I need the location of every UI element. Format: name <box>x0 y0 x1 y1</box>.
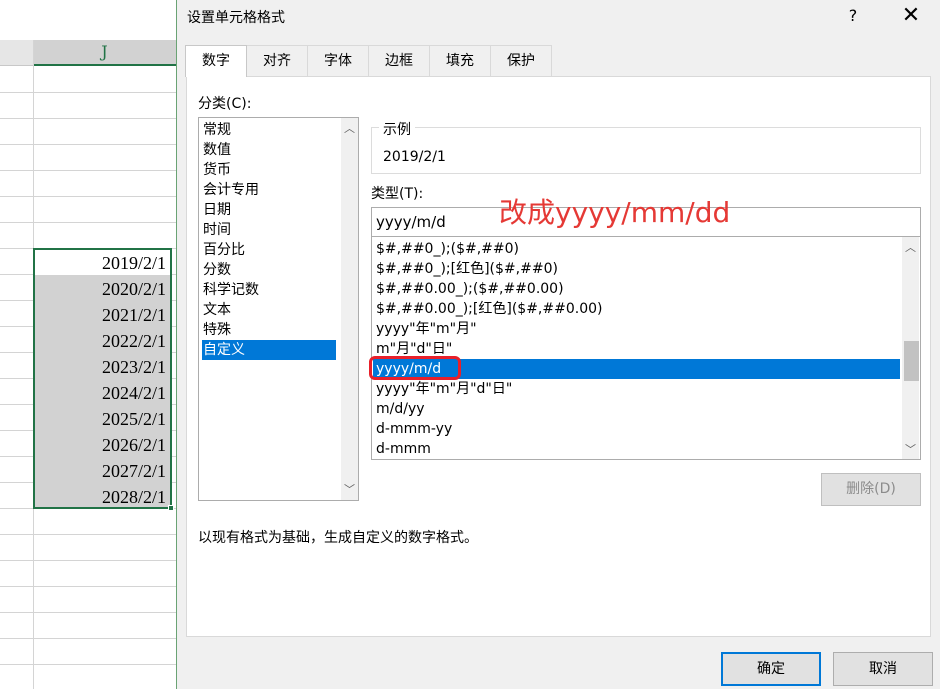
sheet-cell[interactable]: 2020/2/1 <box>33 275 170 301</box>
category-item[interactable]: 货币 <box>202 160 336 180</box>
tab-protection[interactable]: 保护 <box>490 45 552 76</box>
format-item[interactable]: d-mmm <box>373 439 900 459</box>
format-item[interactable]: yyyy"年"m"月" <box>373 319 900 339</box>
category-list[interactable]: 常规 数值 货币 会计专用 日期 时间 百分比 分数 科学记数 文本 特殊 自定义 ︿ ﹀ <box>198 117 359 501</box>
scroll-down-icon[interactable]: ﹀ <box>341 481 358 498</box>
category-item[interactable]: 会计专用 <box>202 180 336 200</box>
row-gridline <box>0 586 176 587</box>
spreadsheet-area: J 2019/2/1 2020/2/1 2021/2/1 2022/2/1 2023/2… <box>0 0 176 689</box>
format-scrollbar[interactable]: ︿ ﹀ <box>902 237 919 459</box>
row-gridline <box>0 664 176 665</box>
row-gridline <box>0 196 176 197</box>
scroll-up-icon[interactable]: ︿ <box>902 239 919 256</box>
category-item[interactable]: 文本 <box>202 300 336 320</box>
row-gridline <box>0 560 176 561</box>
close-icon[interactable]: ✕ <box>897 2 925 30</box>
category-item[interactable]: 特殊 <box>202 320 336 340</box>
annotation-text: 改成yyyy/mm/dd <box>499 196 731 229</box>
sheet-cell[interactable]: 2025/2/1 <box>33 405 170 431</box>
tab-bar: 数字 对齐 字体 边框 填充 保护 <box>185 45 552 77</box>
category-item[interactable]: 时间 <box>202 220 336 240</box>
category-scrollbar[interactable]: ︿ ﹀ <box>341 118 358 500</box>
delete-button[interactable]: 删除(D) <box>821 473 921 506</box>
category-item[interactable]: 分数 <box>202 260 336 280</box>
sample-group <box>371 127 921 174</box>
scroll-down-icon[interactable]: ﹀ <box>902 441 919 458</box>
format-cells-dialog: 设置单元格格式 ? ✕ 数字 对齐 字体 边框 填充 保护 分类(C): 常规数… <box>176 0 940 689</box>
cancel-button[interactable]: 取消 <box>833 652 933 686</box>
sample-value: 2019/2/1 <box>383 149 446 165</box>
category-item[interactable]: 数值 <box>202 140 336 160</box>
sheet-cell[interactable]: 2022/2/1 <box>33 327 170 353</box>
column-header-j[interactable]: J <box>33 40 176 66</box>
scroll-thumb[interactable] <box>904 341 919 381</box>
fill-handle[interactable] <box>168 505 174 511</box>
format-item[interactable]: m/d/yy <box>373 399 900 419</box>
row-gridline <box>0 144 176 145</box>
type-label: 类型(T): <box>371 186 424 202</box>
sheet-cell[interactable]: 2023/2/1 <box>33 353 170 379</box>
category-item[interactable]: 科学记数 <box>202 280 336 300</box>
category-item[interactable]: 日期 <box>202 200 336 220</box>
format-item[interactable]: $#,##0_);($#,##0) <box>373 239 900 259</box>
sheet-cell[interactable]: 2026/2/1 <box>33 431 170 457</box>
tab-number[interactable]: 数字 <box>185 45 247 77</box>
format-item[interactable]: d-mmm-yy <box>373 419 900 439</box>
row-gridline <box>0 222 176 223</box>
row-gridline <box>0 612 176 613</box>
row-gridline <box>0 92 176 93</box>
format-item[interactable]: $#,##0.00_);[红色]($#,##0.00) <box>373 299 900 319</box>
category-item[interactable]: 常规 <box>202 120 336 140</box>
format-list[interactable]: $#,##0_);($#,##0) $#,##0_);[红色]($#,##0) $#… <box>371 237 921 460</box>
sheet-cell[interactable]: 2021/2/1 <box>33 301 170 327</box>
category-item[interactable]: 自定义 <box>202 340 336 360</box>
format-item[interactable]: yyyy/m/d <box>373 359 900 379</box>
row-gridline <box>0 118 176 119</box>
tab-border[interactable]: 边框 <box>368 45 430 76</box>
format-item[interactable]: yyyy"年"m"月"d"日" <box>373 379 900 399</box>
column-header-i[interactable] <box>0 40 33 66</box>
help-button[interactable]: ? <box>841 4 865 28</box>
sample-label: 示例 <box>379 119 415 139</box>
sheet-cell[interactable]: 2028/2/1 <box>33 483 170 509</box>
category-label: 分类(C): <box>198 96 252 112</box>
tab-font[interactable]: 字体 <box>307 45 369 76</box>
number-tab-panel: 分类(C): 常规 数值 货币 会计专用 日期 时间 百分比 分数 科学记数 文本 特殊 自定义 ︿ … <box>186 76 931 637</box>
sheet-cell[interactable]: 2027/2/1 <box>33 457 170 483</box>
description-text: 以现有格式为基础，生成自定义的数字格式。 <box>198 530 478 546</box>
sheet-cell[interactable]: 2019/2/1 <box>33 249 170 275</box>
tab-fill[interactable]: 填充 <box>429 45 491 76</box>
row-gridline <box>0 638 176 639</box>
category-item[interactable]: 百分比 <box>202 240 336 260</box>
scroll-up-icon[interactable]: ︿ <box>341 120 358 137</box>
row-gridline <box>0 534 176 535</box>
row-gridline <box>0 170 176 171</box>
dialog-title: 设置单元格格式 <box>187 10 285 26</box>
format-item[interactable]: $#,##0.00_);($#,##0.00) <box>373 279 900 299</box>
ok-button[interactable]: 确定 <box>721 652 821 686</box>
format-item[interactable]: $#,##0_);[红色]($#,##0) <box>373 259 900 279</box>
tab-alignment[interactable]: 对齐 <box>246 45 308 76</box>
sheet-cell[interactable]: 2024/2/1 <box>33 379 170 405</box>
format-item[interactable]: m"月"d"日" <box>373 339 900 359</box>
